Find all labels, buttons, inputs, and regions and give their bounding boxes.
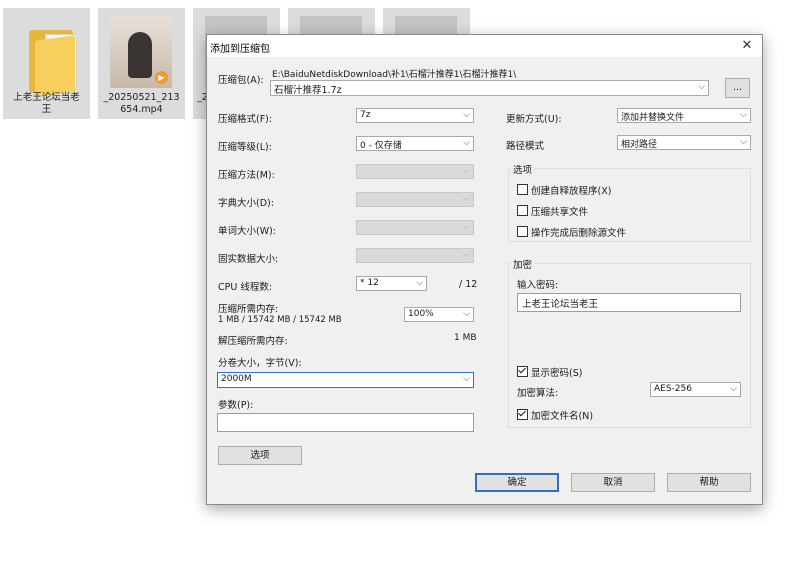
options-group: 选项 创建自释放程序(X) 压缩共享文件 操作完成后删除源文件 <box>508 162 751 242</box>
cpu-select[interactable]: * 12 ⌵ <box>356 276 427 291</box>
password-value: 上老王论坛当老王 <box>522 299 599 310</box>
add-to-archive-dialog: 添加到压缩包 ✕ 压缩包(A): E:\BaiduNetdiskDownload… <box>206 34 763 505</box>
format-label: 压缩格式(F): <box>218 114 273 125</box>
file-name: 上老王论坛当老王 <box>13 92 80 115</box>
password-input[interactable]: 上老王论坛当老王 <box>517 293 741 312</box>
cancel-button[interactable]: 取消 <box>571 473 655 492</box>
options-group-title: 选项 <box>511 162 535 176</box>
chevron-down-icon: ⌵ <box>740 137 747 147</box>
method-label: 压缩方法(M): <box>218 170 275 181</box>
browse-button[interactable]: ... <box>725 78 750 98</box>
encryption-method-label: 加密算法: <box>517 388 559 399</box>
options-button[interactable]: 选项 <box>218 446 302 465</box>
delete-after-checkbox[interactable]: 操作完成后删除源文件 <box>517 225 626 239</box>
split-size-value: 2000M <box>221 374 252 384</box>
chevron-down-icon: ⌵ <box>416 278 423 288</box>
solid-select: ⌵ <box>356 248 474 263</box>
level-label: 压缩等级(L): <box>218 142 272 153</box>
shared-files-checkbox[interactable]: 压缩共享文件 <box>517 204 588 218</box>
chevron-down-icon: ⌵ <box>463 222 470 232</box>
encryption-group: 加密 输入密码: 上老王论坛当老王 显示密码(S) 加密算法: AES-256 … <box>508 257 751 428</box>
chevron-down-icon: ⌵ <box>698 82 705 92</box>
encryption-method-select[interactable]: AES-256 ⌵ <box>650 382 741 397</box>
help-button[interactable]: 帮助 <box>667 473 751 492</box>
checkbox-box <box>517 205 528 216</box>
level-select[interactable]: 0 - 仅存储 ⌵ <box>356 136 474 151</box>
method-select: ⌵ <box>356 164 474 179</box>
encryption-method-value: AES-256 <box>654 384 692 394</box>
dialog-title: 添加到压缩包 <box>210 44 270 55</box>
mem-decompress-label: 解压缩所需内存: <box>218 336 288 347</box>
cpu-label: CPU 线程数: <box>218 282 273 293</box>
checkbox-box <box>517 184 528 195</box>
params-input[interactable] <box>217 413 474 432</box>
path-mode-label: 路径模式 <box>506 141 545 152</box>
file-tile-folder[interactable]: 上老王论坛当老王 <box>3 8 90 119</box>
password-label: 输入密码: <box>517 280 559 291</box>
encrypt-names-checkbox[interactable]: 加密文件名(N) <box>517 408 593 422</box>
memory-percent-value: 100% <box>408 309 434 319</box>
chevron-down-icon: ⌵ <box>463 138 470 148</box>
level-value: 0 - 仅存储 <box>360 141 402 151</box>
chevron-down-icon: ⌵ <box>463 374 470 384</box>
checkbox-box <box>517 226 528 237</box>
chevron-down-icon: ⌵ <box>463 309 470 319</box>
chevron-down-icon: ⌵ <box>463 194 470 204</box>
split-size-combo[interactable]: 2000M ⌵ <box>217 372 474 388</box>
mem-decompress-value: 1 MB <box>454 333 477 343</box>
dict-label: 字典大小(D): <box>218 198 274 209</box>
split-label: 分卷大小，字节(V): <box>218 358 302 369</box>
title-bar: 添加到压缩包 ✕ <box>207 35 762 57</box>
params-label: 参数(P): <box>218 400 254 411</box>
format-select[interactable]: 7z ⌵ <box>356 108 474 123</box>
cpu-value: * 12 <box>360 278 379 288</box>
mem-compress-label: 压缩所需内存: <box>218 304 279 315</box>
encryption-group-title: 加密 <box>511 257 535 271</box>
dict-select: ⌵ <box>356 192 474 207</box>
format-value: 7z <box>360 110 371 120</box>
folder-icon <box>15 16 77 97</box>
path-mode-value: 相对路径 <box>621 140 658 150</box>
video-thumbnail: ▶ <box>110 16 172 88</box>
update-mode-select[interactable]: 添加并替换文件 ⌵ <box>617 108 751 123</box>
chevron-down-icon: ⌵ <box>730 384 737 394</box>
chevron-down-icon: ⌵ <box>463 250 470 260</box>
archive-label: 压缩包(A): <box>218 75 264 86</box>
word-label: 单词大小(W): <box>218 226 277 237</box>
chevron-down-icon: ⌵ <box>463 166 470 176</box>
archive-filename: 石榴汁推荐1.7z <box>274 85 342 96</box>
archive-filename-combo[interactable]: 石榴汁推荐1.7z ⌵ <box>270 80 709 96</box>
show-password-checkbox[interactable]: 显示密码(S) <box>517 365 582 379</box>
chevron-down-icon: ⌵ <box>740 110 747 120</box>
word-select: ⌵ <box>356 220 474 235</box>
checkbox-box <box>517 366 528 377</box>
update-mode-value: 添加并替换文件 <box>621 113 685 123</box>
chevron-down-icon: ⌵ <box>463 110 470 120</box>
solid-label: 固实数据大小: <box>218 254 279 265</box>
file-name: _20250521_213 654.mp4 <box>103 92 180 115</box>
close-button[interactable]: ✕ <box>732 35 762 57</box>
memory-percent-select[interactable]: 100% ⌵ <box>404 307 474 322</box>
file-tile-video[interactable]: ▶ _20250521_213 654.mp4 <box>98 8 185 119</box>
update-mode-label: 更新方式(U): <box>506 114 562 125</box>
archive-path: E:\BaiduNetdiskDownload\补1\石榴汁推荐1\石榴汁推荐1… <box>272 70 517 80</box>
sfx-checkbox[interactable]: 创建自释放程序(X) <box>517 183 611 197</box>
checkbox-box <box>517 409 528 420</box>
path-mode-select[interactable]: 相对路径 ⌵ <box>617 135 751 150</box>
cpu-max: / 12 <box>459 279 478 290</box>
mem-compress-detail: 1 MB / 15742 MB / 15742 MB <box>218 315 342 325</box>
ok-button[interactable]: 确定 <box>475 473 559 492</box>
play-icon: ▶ <box>155 71 168 84</box>
